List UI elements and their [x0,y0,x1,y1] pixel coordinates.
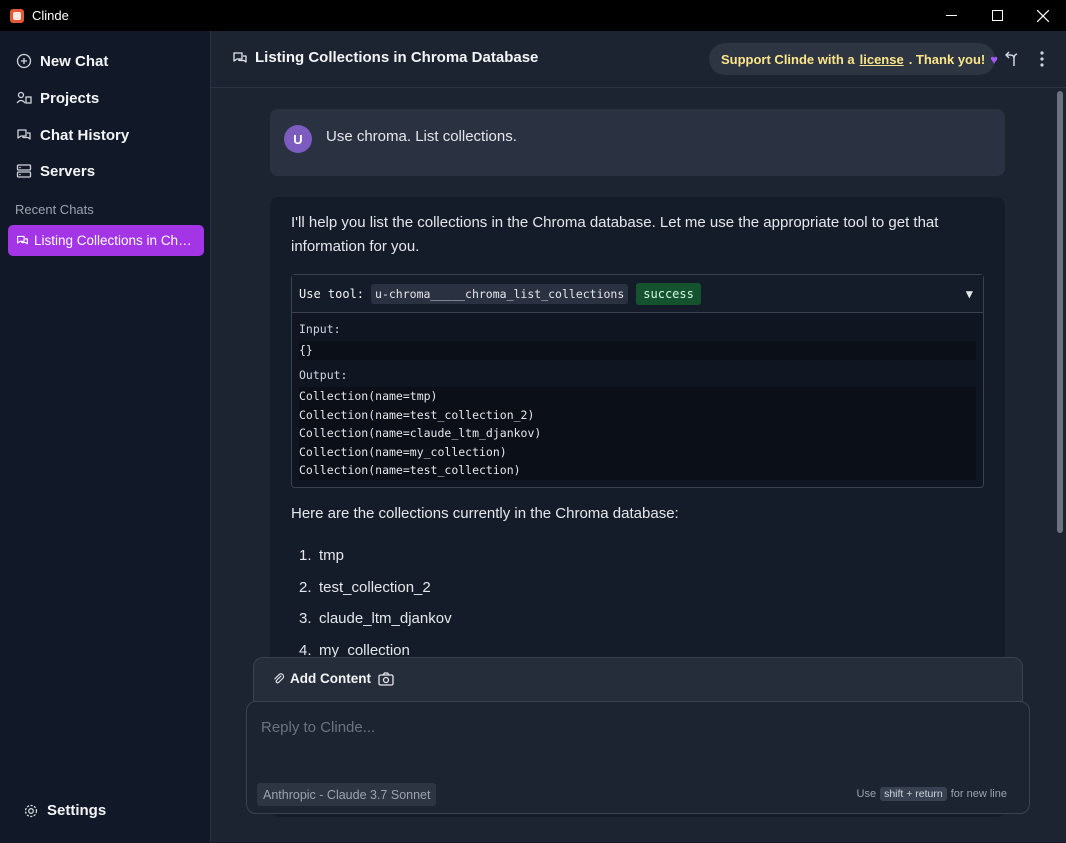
recent-chat-label: Listing Collections in Chroma Database [34,233,196,248]
support-thanks: . Thank you! [908,51,986,67]
user-message-text: Use chroma. List collections. [326,128,517,145]
recent-chats-heading: Recent Chats [15,202,94,217]
tool-output-line: Collection(name=tmp) [299,389,438,403]
window-controls [928,0,1066,31]
assistant-summary-text: Here are the collections currently in th… [291,505,679,522]
add-content-button[interactable]: Add Content [272,671,371,686]
list-item-number: 1. [299,547,312,564]
list-item-number: 2. [299,578,312,596]
chat-header: Listing Collections in Chroma Database S… [211,31,1066,88]
heart-icon: ♥ [990,51,998,67]
support-text: Support Clinde with a [721,51,855,67]
composer-toolbar: Add Content [253,657,1023,703]
hint-prefix: Use [856,788,877,800]
hint-key: shift + return [880,787,947,801]
avatar: U [284,125,312,153]
tool-output-line: Collection(name=my_collection) [299,444,507,459]
tool-call-header[interactable]: Use tool: u-chroma_____chroma_list_colle… [292,275,983,313]
list-item: 2. test_collection_2 [299,579,452,611]
app-logo-icon [10,8,24,23]
page-title: Listing Collections in Chroma Database [232,49,538,66]
sidebar-item-label: New Chat [40,52,109,70]
tool-output-block: Collection(name=tmp) Collection(name=tes… [299,387,976,480]
list-item-number: 3. [299,610,312,627]
recent-chat-item[interactable]: Listing Collections in Chroma Database [8,225,204,256]
user-message: U Use chroma. List collections. [270,109,1005,176]
branch-icon [1005,51,1018,66]
reply-input[interactable] [261,715,1001,739]
maximize-icon [991,10,1003,21]
tool-output-label: Output: [299,368,348,382]
tool-name: u-chroma_____chroma_list_collections [371,283,629,304]
assistant-intro-text: I'll help you list the collections in th… [291,214,939,255]
scrollbar-thumb[interactable] [1057,91,1063,533]
tool-output-line: Collection(name=claude_ltm_djankov) [299,426,542,440]
paperclip-icon [274,673,285,684]
window-title: Clinde [32,8,69,23]
sidebar-item-new-chat[interactable]: New Chat [16,49,108,73]
tool-input-label: Input: [299,322,341,336]
tool-prefix: Use tool: [299,286,365,301]
chat-bubbles-icon [17,129,31,140]
newline-hint: Use shift + return for new line [857,787,1007,801]
projects-icon [16,91,32,104]
branch-button[interactable] [1003,50,1021,68]
list-item: 3. claude_ltm_djankov [299,610,452,642]
close-button[interactable] [1020,0,1066,31]
tool-call-panel: Use tool: u-chroma_____chroma_list_colle… [291,274,984,488]
camera-icon[interactable] [377,670,395,688]
composer: Anthropic - Claude 3.7 Sonnet Use shift … [246,701,1030,814]
page-title-text: Listing Collections in Chroma Database [255,49,539,66]
tool-input-value: {} [299,341,976,360]
status-badge: success [636,282,701,305]
close-icon [1037,9,1049,22]
hint-suffix: for new line [950,788,1007,800]
list-item-text: claude_ltm_djankov [319,610,452,627]
sidebar-item-projects[interactable]: Projects [16,86,99,110]
settings-label: Settings [47,802,107,819]
minimize-icon [945,15,957,16]
sidebar-item-label: Projects [40,89,100,107]
collections-list: 1. tmp 2. test_collection_2 3. claude_ltm_d… [299,547,452,673]
sidebar: New Chat Projects Chat History Servers R… [1,31,211,842]
collapse-toggle-icon[interactable]: ▼ [966,287,973,301]
model-selector[interactable]: Anthropic - Claude 3.7 Sonnet [257,783,437,806]
support-banner: Support Clinde with a license . Thank yo… [709,43,998,75]
maximize-button[interactable] [974,0,1020,31]
server-icon [16,164,32,178]
tool-output-line: Collection(name=test_collection_2) [299,407,535,422]
list-item: 1. tmp [299,547,452,579]
sidebar-item-servers[interactable]: Servers [16,159,95,183]
tool-output-line: Collection(name=test_collection) [299,463,521,477]
chat-bubbles-icon [233,51,247,63]
scrollbar[interactable] [1056,88,1065,842]
add-content-label: Add Content [290,671,371,686]
sidebar-item-chat-history[interactable]: Chat History [16,123,129,147]
title-bar: Clinde [0,0,1066,31]
chat-bubbles-icon [17,235,28,245]
more-vertical-icon [1040,51,1044,67]
more-options-button[interactable] [1033,50,1051,68]
gear-icon [24,804,38,817]
settings-button[interactable]: Settings [23,802,106,819]
sidebar-item-label: Servers [40,162,96,180]
minimize-button[interactable] [928,0,974,31]
list-item-text: test_collection_2 [319,578,431,596]
license-link[interactable]: license [860,52,904,67]
sidebar-item-label: Chat History [40,126,130,144]
list-item-text: tmp [319,547,345,564]
plus-circle-icon [16,53,32,69]
